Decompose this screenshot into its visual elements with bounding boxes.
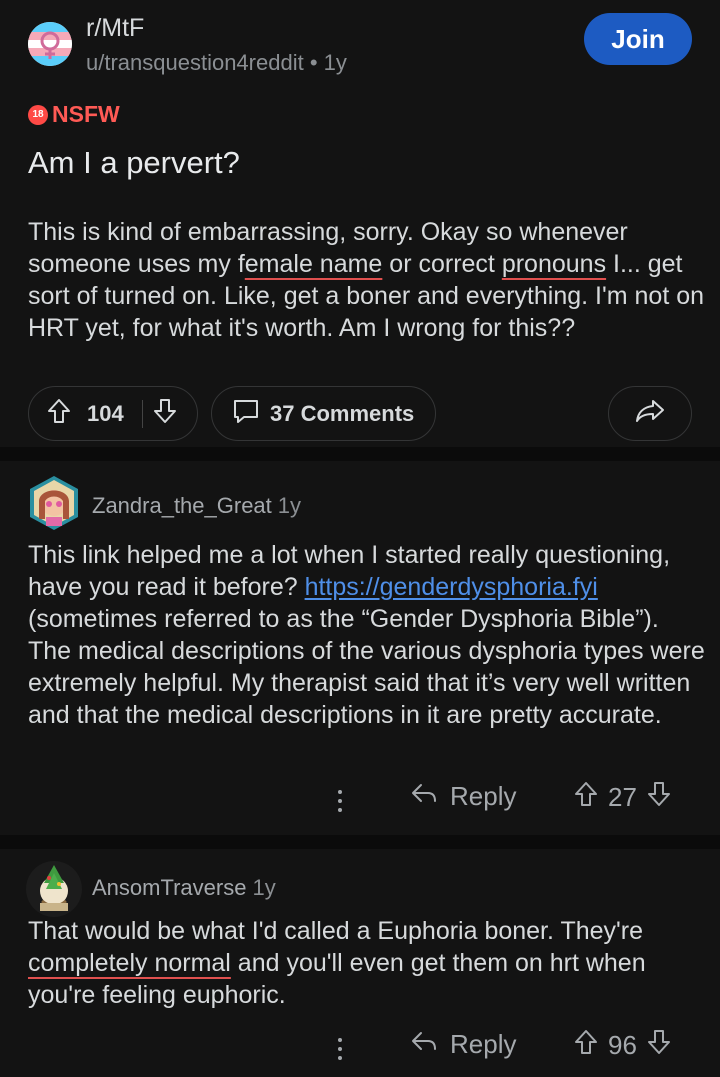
post-age: 1y [323,50,347,75]
reply-label: Reply [450,781,517,811]
body-text-underlined-2: pronouns [501,250,607,278]
comment-body: This link helped me a lot when I started… [28,539,708,731]
more-dots-icon[interactable] [330,1031,350,1067]
comment-actions: Reply 27 [0,781,720,821]
comment-text-underlined: completely normal [28,949,231,977]
upvote-icon[interactable] [574,781,598,814]
nsfw-label: NSFW [52,101,120,127]
comment-author[interactable]: AnsomTraverse [92,875,246,900]
comment-vote: 27 [574,781,671,814]
comment-vote: 96 [574,1029,671,1062]
comment-icon [232,398,260,430]
comment-text-2: (sometimes referred to as the “Gender Dy… [28,605,705,729]
nsfw-badge: 18 NSFW [28,101,120,128]
downvote-icon[interactable] [647,1029,671,1062]
comment-author-line: Zandra_the_Great 1y [92,493,301,519]
comment-score: 96 [608,1030,637,1060]
reply-button[interactable]: Reply [410,1029,516,1060]
comment-author-line: AnsomTraverse 1y [92,875,276,901]
comment-age: 1y [277,493,302,518]
comment-link[interactable]: https://genderdysphoria.fyi [305,573,598,601]
comment-author[interactable]: Zandra_the_Great [92,493,272,518]
reply-button[interactable]: Reply [410,781,516,812]
nsfw-18-icon: 18 [28,104,48,125]
subreddit-name[interactable]: r/MtF [86,14,144,43]
body-text-2: or correct [382,250,502,278]
comments-label: 37 Comments [270,400,415,426]
share-icon [635,398,665,430]
comments-button[interactable]: 37 Comments [211,386,436,441]
comment-age: 1y [252,875,276,900]
upvote-icon[interactable] [47,398,71,430]
post-body: This is kind of embarrassing, sorry. Oka… [28,216,708,344]
downvote-icon[interactable] [153,398,177,430]
comment-score: 27 [608,782,637,812]
reply-icon [410,1029,438,1060]
vote-divider [141,399,143,428]
vote-pill: 104 [28,386,198,441]
comment-actions: Reply 96 [0,1029,720,1069]
avatar[interactable] [26,861,82,917]
downvote-icon[interactable] [647,781,671,814]
post-author[interactable]: u/transquestion4reddit [86,50,304,75]
subreddit-trans-flag-icon[interactable] [28,22,72,66]
upvote-count: 104 [87,400,124,426]
share-button[interactable] [608,386,692,441]
post-title[interactable]: Am I a pervert? [28,145,240,181]
reply-label: Reply [450,1029,517,1059]
upvote-icon[interactable] [574,1029,598,1062]
meta-separator: • [309,50,324,75]
post-meta: u/transquestion4reddit • 1y [86,50,347,76]
comment-body: That would be what I'd called a Euphoria… [28,915,708,1011]
comment: Zandra_the_Great 1y This link helped me a… [0,461,720,835]
join-button[interactable]: Join [584,13,692,65]
comment: AnsomTraverse 1y That would be what I'd c… [0,849,720,1077]
avatar[interactable] [26,475,82,531]
reply-icon [410,781,438,812]
post-card: r/MtF u/transquestion4reddit • 1y Join 1… [0,0,720,447]
comment-text-1: That would be what I'd called a Euphoria… [28,917,644,945]
body-text-underlined-1: emale name [244,250,383,278]
more-dots-icon[interactable] [330,783,350,819]
